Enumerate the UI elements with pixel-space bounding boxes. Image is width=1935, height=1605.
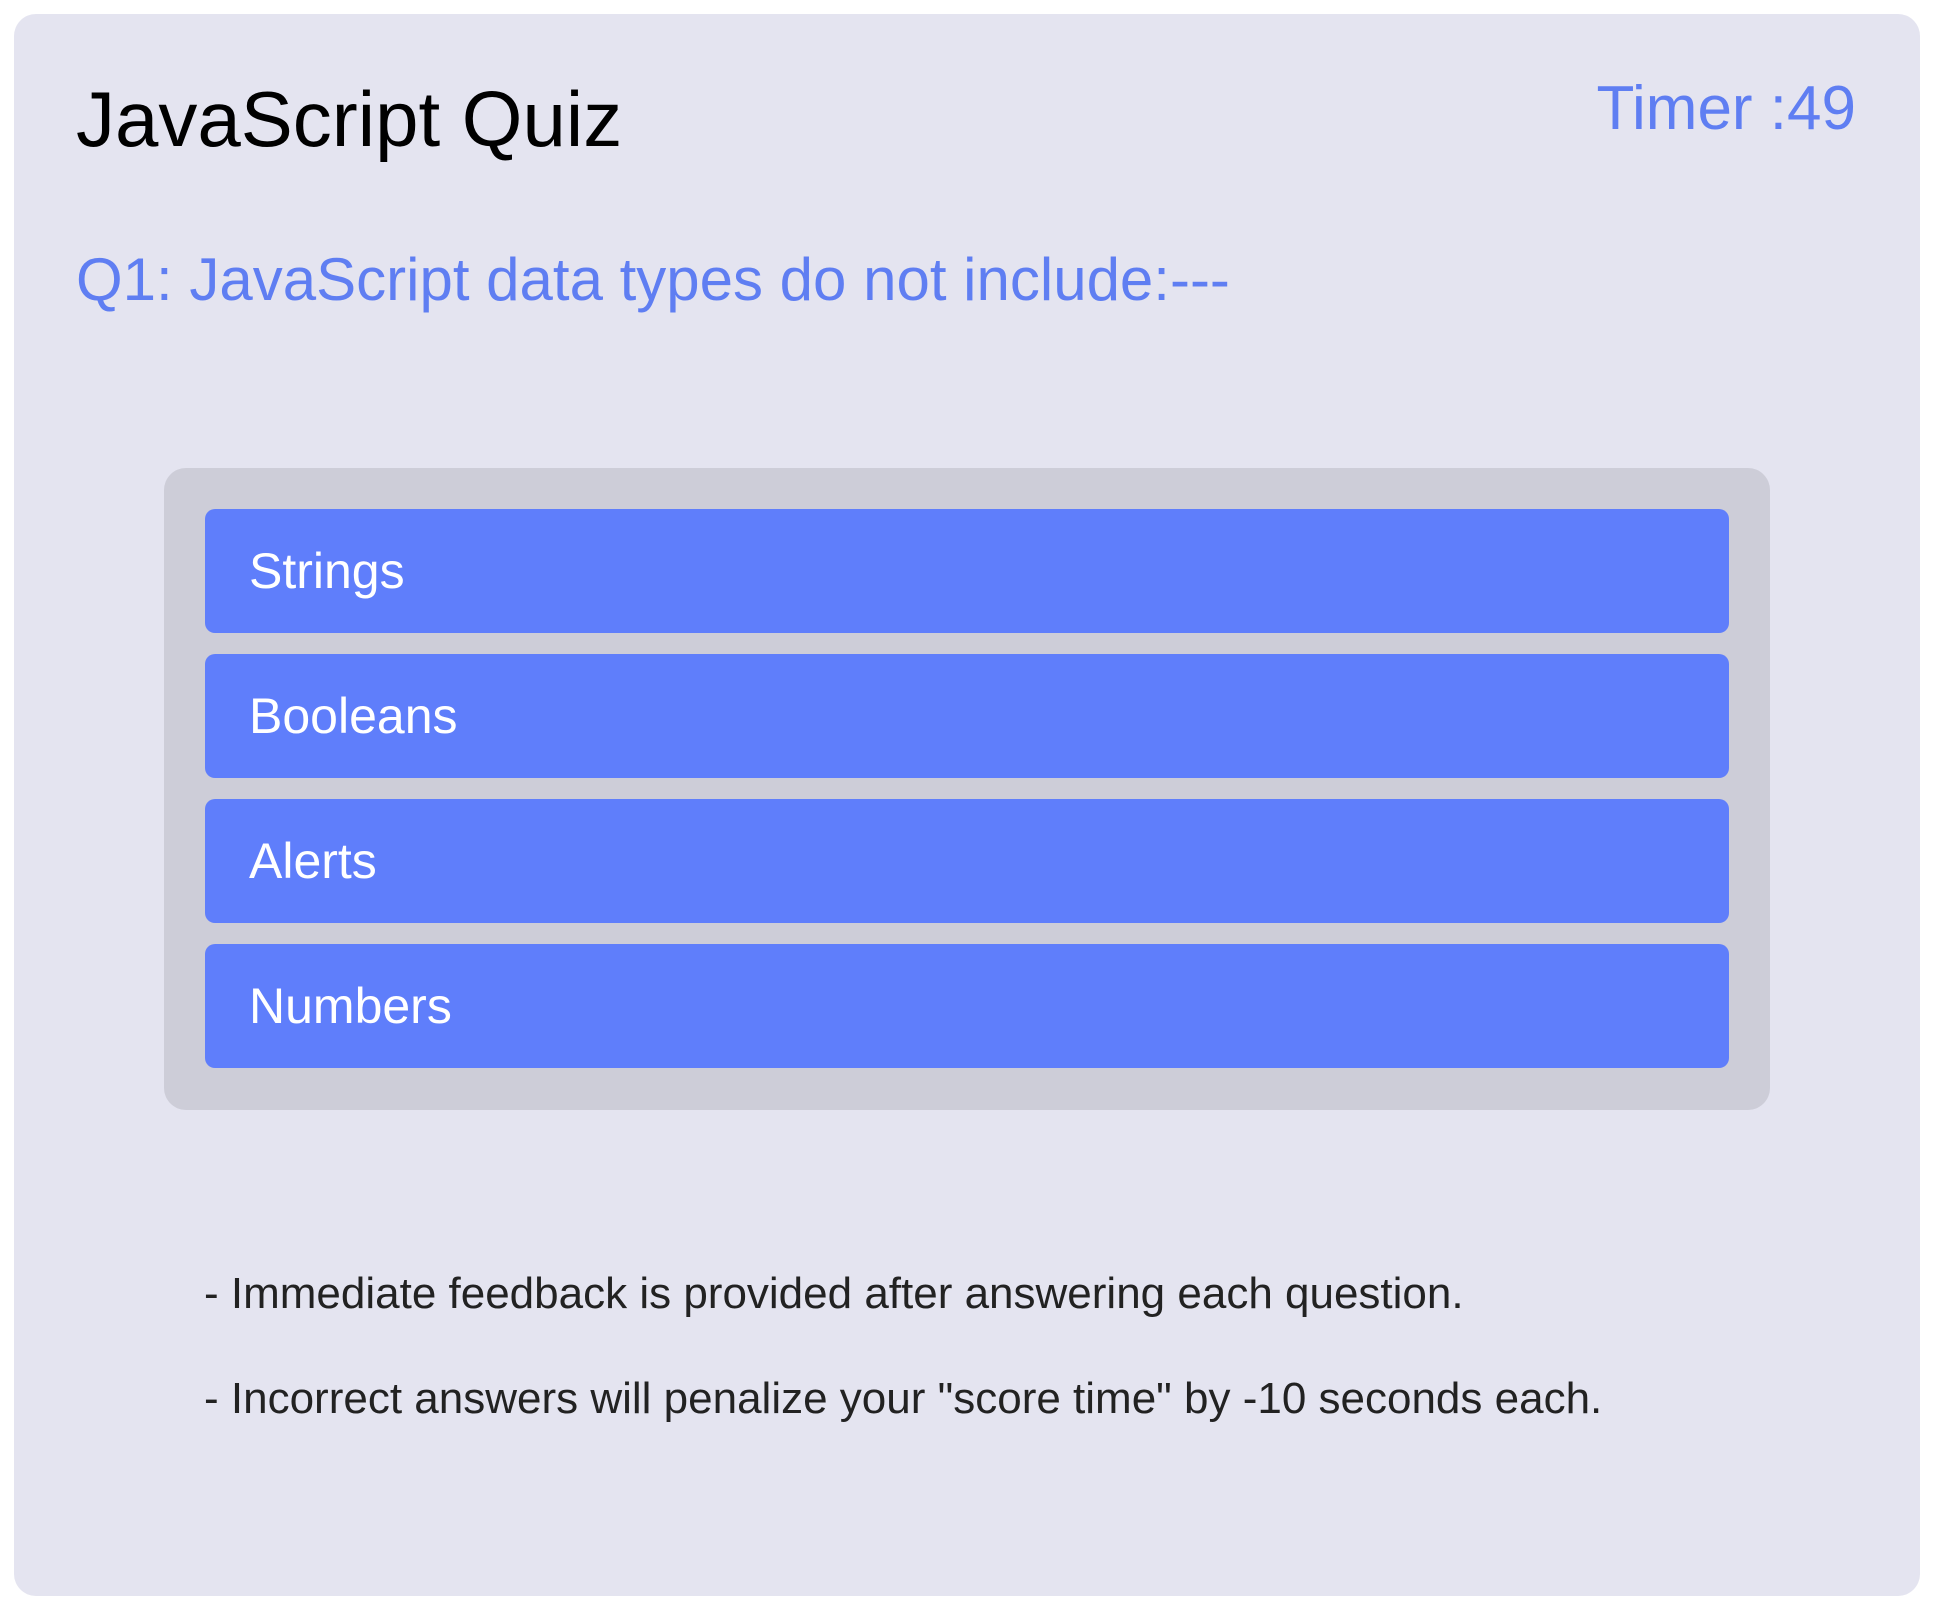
choices-panel: Strings Booleans Alerts Numbers [164, 468, 1770, 1110]
choice-button-numbers[interactable]: Numbers [205, 944, 1729, 1068]
quiz-title: JavaScript Quiz [76, 75, 623, 163]
quiz-card: JavaScript Quiz Timer :49 Q1: JavaScript… [14, 14, 1920, 1596]
rules-list: - Immediate feedback is provided after a… [204, 1272, 1602, 1482]
choice-button-booleans[interactable]: Booleans [205, 654, 1729, 778]
rule-feedback: - Immediate feedback is provided after a… [204, 1269, 1464, 1318]
timer: Timer :49 [1596, 74, 1856, 143]
choice-button-alerts[interactable]: Alerts [205, 799, 1729, 923]
rule-penalty: - Incorrect answers will penalize your "… [204, 1374, 1603, 1423]
choice-button-strings[interactable]: Strings [205, 509, 1729, 633]
question-text: Q1: JavaScript data types do not include… [76, 246, 1230, 313]
